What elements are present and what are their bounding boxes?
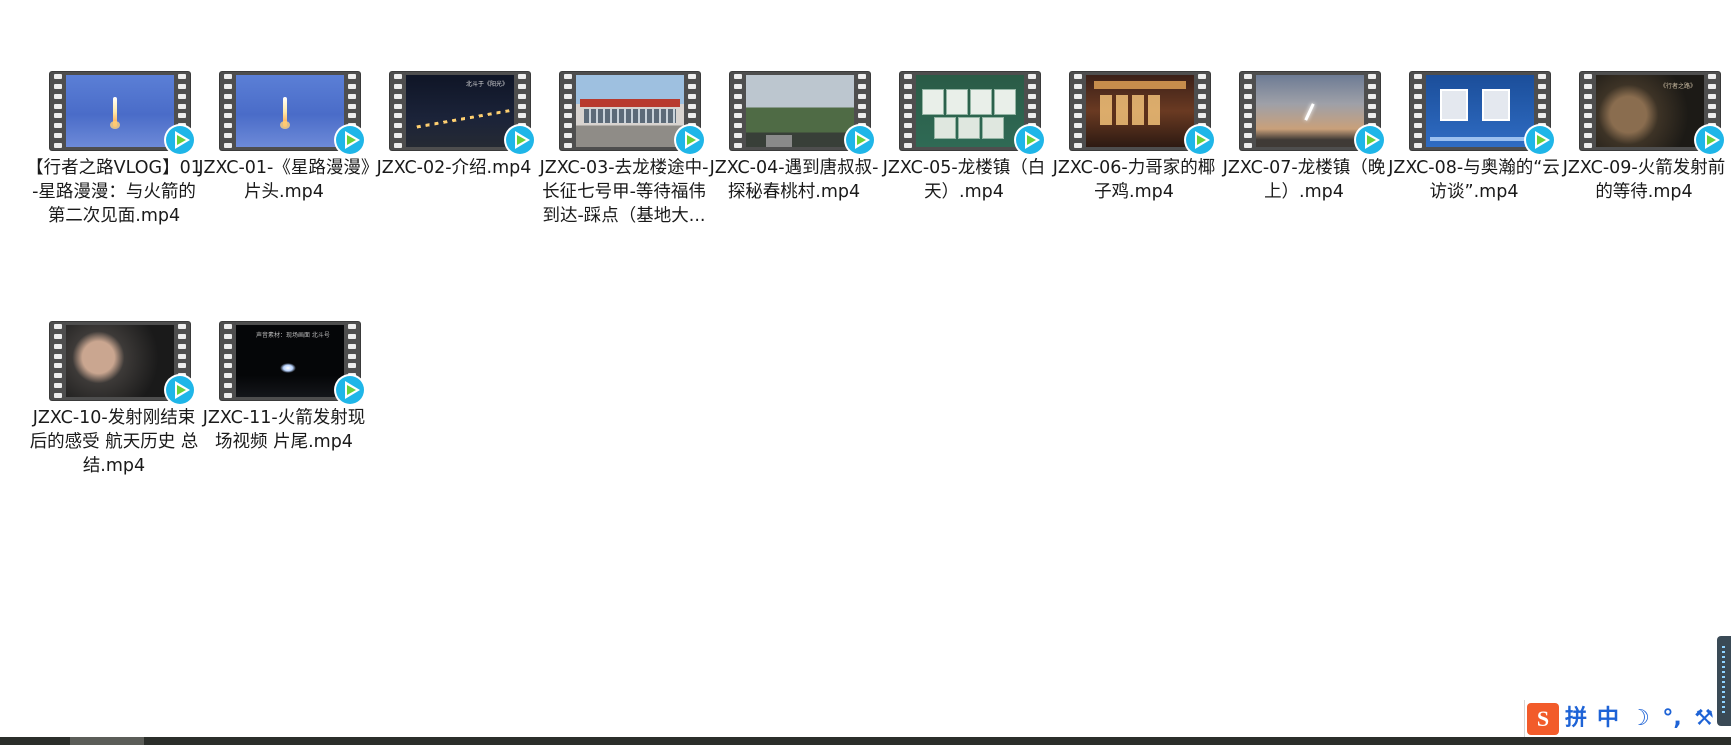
ime-pinyin-button[interactable]: 拼 [1561,703,1591,735]
film-sprocket-strip [1412,74,1424,148]
video-file-item[interactable]: JZXC-06-力哥家的椰子鸡.mp4 [1052,72,1216,292]
side-scroll-handle[interactable] [1717,636,1731,726]
film-sprocket-strip [562,74,574,148]
ime-toolbar: S 拼 中 ☽ °, ⚒ [1524,700,1731,737]
thumbnail-overlay-text: 《行者之路》 [1659,83,1696,90]
video-file-item[interactable]: JZXC-03-去龙楼途中-长征七号甲-等待福伟到达-踩点（基地大... [540,72,708,292]
thumbnail-overlay-text: 声音素材：现场画面 北斗号 [256,332,330,339]
file-name-label: JZXC-11-火箭发射现场视频 片尾.mp4 [202,408,366,452]
thumbnail-frame: 声音素材：现场画面 北斗号 [236,325,344,397]
video-file-item[interactable]: JZXC-01-《星路漫漫》片头.mp4 [198,72,370,292]
video-file-item[interactable]: 【行者之路VLOG】01-星路漫漫：与火箭的第二次见面.mp4 [26,72,202,292]
file-name-label: JZXC-06-力哥家的椰子鸡.mp4 [1052,158,1216,202]
thumbnail-frame [576,75,684,147]
play-icon [1014,124,1046,156]
film-sprocket-strip [222,74,234,148]
thumbnail-frame [916,75,1024,147]
file-name-label: JZXC-09-火箭发射前的等待.mp4 [1562,158,1726,202]
play-icon [164,124,196,156]
film-sprocket-strip [392,74,404,148]
thumbnail-overlay-text: 北斗于《阳光》 [466,81,509,88]
thumbnail-frame [236,75,344,147]
film-sprocket-strip [52,74,64,148]
play-icon [844,124,876,156]
play-icon [1184,124,1216,156]
ime-punctuation-button[interactable]: °, [1657,703,1687,735]
file-name-label: JZXC-03-去龙楼途中-长征七号甲-等待福伟到达-踩点（基地大... [539,158,709,226]
thumbnail-frame [66,75,174,147]
video-file-item[interactable]: JZXC-04-遇到唐叔叔-探秘春桃村.mp4 [710,72,878,292]
file-name-label: JZXC-01-《星路漫漫》片头.mp4 [198,158,370,202]
film-sprocket-strip [902,74,914,148]
play-icon [674,124,706,156]
thumbnail-frame [746,75,854,147]
video-thumbnail[interactable] [1070,72,1216,156]
thumbnail-frame [1256,75,1364,147]
taskbar-active-item[interactable] [70,737,144,745]
file-name-label: JZXC-07-龙楼镇（晚上）.mp4 [1222,158,1386,202]
file-name-label: JZXC-02-介绍.mp4 [376,158,532,178]
sogou-ime-logo-icon[interactable]: S [1527,702,1559,735]
film-sprocket-strip [1582,74,1594,148]
file-name-label: JZXC-10-发射刚结束后的感受 航天历史 总结.mp4 [29,408,199,476]
play-icon [164,374,196,406]
thumbnail-frame [1426,75,1534,147]
film-sprocket-strip [1072,74,1084,148]
film-sprocket-strip [732,74,744,148]
thumbnail-frame [66,325,174,397]
taskbar-strip [0,737,1731,745]
play-icon [334,374,366,406]
video-thumbnail[interactable]: 《行者之路》 [1580,72,1726,156]
video-file-item[interactable]: JZXC-05-龙楼镇（白天）.mp4 [882,72,1046,292]
file-name-label: 【行者之路VLOG】01-星路漫漫：与火箭的第二次见面.mp4 [26,158,202,226]
thumbnail-frame: 北斗于《阳光》 [406,75,514,147]
file-name-label: JZXC-05-龙楼镇（白天）.mp4 [882,158,1046,202]
video-file-item[interactable]: JZXC-10-发射刚结束后的感受 航天历史 总结.mp4 [30,322,198,542]
video-thumbnail[interactable]: 北斗于《阳光》 [390,72,536,156]
play-icon [1694,124,1726,156]
taskbar [0,700,1731,745]
play-icon [1524,124,1556,156]
video-thumbnail[interactable] [50,322,196,406]
video-thumbnail[interactable]: 声音素材：现场画面 北斗号 [220,322,366,406]
video-thumbnail[interactable] [1410,72,1556,156]
play-icon [1354,124,1386,156]
thumbnail-frame [1086,75,1194,147]
video-file-item[interactable]: JZXC-07-龙楼镇（晚上）.mp4 [1222,72,1386,292]
video-file-item[interactable]: 《行者之路》 JZXC-09-火箭发射前的等待.mp4 [1562,72,1726,292]
video-file-item[interactable]: 北斗于《阳光》 JZXC-02-介绍.mp4 [372,72,536,292]
ime-toolbox-icon[interactable]: ⚒ [1689,703,1719,735]
thumbnail-frame: 《行者之路》 [1596,75,1704,147]
file-explorer-view: 【行者之路VLOG】01-星路漫漫：与火箭的第二次见面.mp4 JZXC-01-《… [0,0,1731,700]
video-thumbnail[interactable] [560,72,706,156]
file-name-label: JZXC-08-与奥瀚的“云访谈”.mp4 [1388,158,1560,202]
video-thumbnail[interactable] [900,72,1046,156]
ime-halfwidth-moon-icon[interactable]: ☽ [1625,703,1655,735]
film-sprocket-strip [222,324,234,398]
video-file-item[interactable]: 声音素材：现场画面 北斗号 JZXC-11-火箭发射现场视频 片尾.mp4 [202,322,366,542]
film-sprocket-strip [52,324,64,398]
video-thumbnail[interactable] [730,72,876,156]
video-thumbnail[interactable] [220,72,366,156]
video-file-item[interactable]: JZXC-08-与奥瀚的“云访谈”.mp4 [1388,72,1560,292]
film-sprocket-strip [1242,74,1254,148]
file-name-label: JZXC-04-遇到唐叔叔-探秘春桃村.mp4 [709,158,879,202]
play-icon [504,124,536,156]
video-thumbnail[interactable] [1240,72,1386,156]
video-thumbnail[interactable] [50,72,196,156]
play-icon [334,124,366,156]
ime-chinese-mode-button[interactable]: 中 [1593,703,1623,735]
